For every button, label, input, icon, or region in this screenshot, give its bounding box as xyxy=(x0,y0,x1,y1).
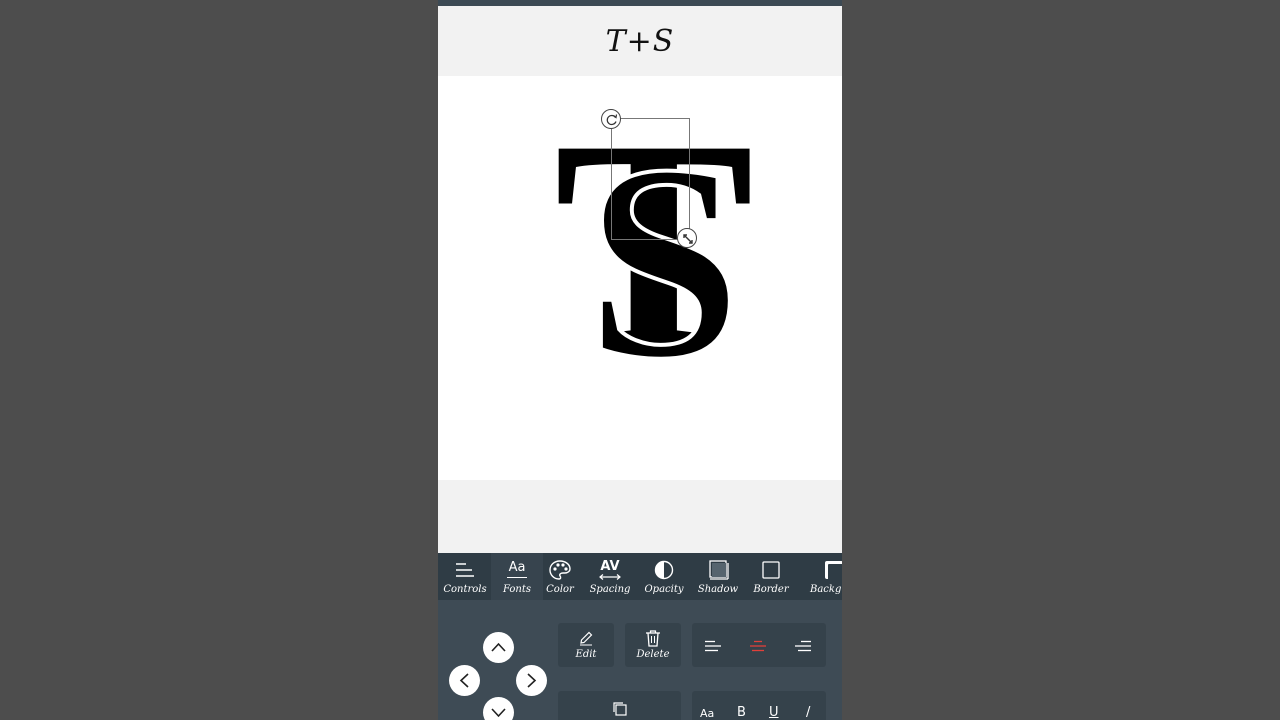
border-icon xyxy=(762,561,780,579)
bold-button[interactable]: B xyxy=(737,705,746,720)
header: T+S xyxy=(438,6,842,76)
design-canvas[interactable]: T S xyxy=(438,76,842,480)
tab-background-label: Backgr xyxy=(810,584,842,595)
selection-box[interactable] xyxy=(611,118,690,240)
italic-button[interactable]: / xyxy=(806,705,810,720)
palette-icon xyxy=(549,560,571,580)
edit-button[interactable]: Edit xyxy=(558,623,614,667)
move-up-button[interactable] xyxy=(483,632,514,663)
resize-handle[interactable] xyxy=(677,228,697,248)
duplicate-icon xyxy=(612,702,627,716)
controls-icon xyxy=(456,563,474,577)
move-left-button[interactable] xyxy=(449,665,480,696)
delete-button[interactable]: Delete xyxy=(625,623,681,667)
duplicate-button[interactable] xyxy=(558,691,681,720)
resize-diagonal-icon xyxy=(683,234,693,244)
alignment-group xyxy=(692,623,826,667)
page-title: T+S xyxy=(605,23,675,59)
chevron-down-icon xyxy=(491,708,506,718)
tab-background[interactable]: Backgr xyxy=(800,553,842,600)
rotate-handle[interactable] xyxy=(601,109,621,129)
phone-screen: T+S T S Controls Aa Fonts Color AV Spaci… xyxy=(438,0,842,720)
tab-border-label: Border xyxy=(753,584,789,595)
background-icon xyxy=(825,561,842,580)
align-left-icon[interactable] xyxy=(704,640,722,652)
shadow-icon xyxy=(709,560,729,580)
move-right-button[interactable] xyxy=(516,665,547,696)
underline-button[interactable]: U xyxy=(769,705,779,720)
controls-panel: Edit Delete Aa B U / xyxy=(438,600,842,720)
move-down-button[interactable] xyxy=(483,697,514,720)
align-right-icon[interactable] xyxy=(794,640,812,652)
delete-label: Delete xyxy=(636,649,670,660)
opacity-icon xyxy=(654,560,674,580)
edit-label: Edit xyxy=(575,649,597,660)
tab-border[interactable]: Border xyxy=(745,553,797,600)
align-center-icon[interactable] xyxy=(749,640,767,652)
text-format-group: Aa B U / xyxy=(692,691,826,720)
chevron-right-icon xyxy=(527,673,537,688)
spacing-arrows-icon xyxy=(599,574,621,580)
pencil-icon xyxy=(580,631,593,646)
chevron-up-icon xyxy=(491,642,506,652)
fonts-icon: Aa xyxy=(507,560,527,578)
rotate-icon xyxy=(606,114,618,126)
case-toggle-button[interactable]: Aa xyxy=(700,707,714,720)
tool-tabs: Controls Aa Fonts Color AV Spacing Opaci… xyxy=(438,553,842,600)
trash-icon xyxy=(646,630,660,647)
chevron-left-icon xyxy=(459,673,469,688)
